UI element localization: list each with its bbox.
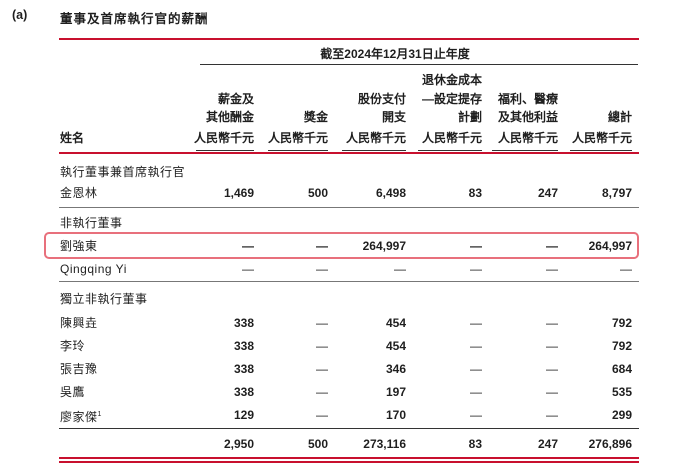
col-welfare-header-l3: 及其他利益 xyxy=(497,110,558,124)
col-salary-unit: 人民幣千元 xyxy=(193,131,254,145)
cell-bonus: — xyxy=(316,316,328,330)
cell-welfare: — xyxy=(546,262,558,276)
cell-share: 6,498 xyxy=(375,186,406,200)
table-bottom-rule-2 xyxy=(59,461,639,463)
footnote-marker: 1 xyxy=(97,411,102,418)
group-executive-label: 執行董事兼首席執行官 xyxy=(60,165,186,179)
group-independent-label: 獨立非執行董事 xyxy=(60,292,148,306)
cell-welfare: 247 xyxy=(537,186,558,200)
cell-salary: 129 xyxy=(233,408,254,422)
cell-total: 792 xyxy=(611,339,632,353)
cell-share: 454 xyxy=(385,339,406,353)
cell-welfare: — xyxy=(546,316,558,330)
cell-total: — xyxy=(620,262,632,276)
cell-pension: — xyxy=(470,362,482,376)
total-total: 276,896 xyxy=(588,437,632,451)
cell-pension: 83 xyxy=(468,186,482,200)
cell-salary: 338 xyxy=(233,339,254,353)
col-bonus-header: 獎金 xyxy=(303,110,328,124)
col-pension-unit: 人民幣千元 xyxy=(421,131,482,145)
cell-salary: — xyxy=(242,262,254,276)
cell-pension: — xyxy=(470,316,482,330)
table-bottom-rule-1 xyxy=(59,457,639,459)
highlight-box xyxy=(44,232,639,259)
unit-underline-salary xyxy=(196,150,254,151)
group-divider xyxy=(59,207,639,208)
total-share: 273,116 xyxy=(363,437,406,451)
row-name: 金恩林 xyxy=(60,186,98,200)
cell-total: 792 xyxy=(611,316,632,330)
cell-salary: 338 xyxy=(233,316,254,330)
cell-pension: — xyxy=(470,385,482,399)
row-name: 李玲 xyxy=(60,339,86,353)
cell-salary: 338 xyxy=(233,362,254,376)
col-share-unit: 人民幣千元 xyxy=(345,131,406,145)
cell-total: 8,797 xyxy=(601,186,632,200)
col-welfare-header-l2: 福利、醫療 xyxy=(497,92,558,106)
row-name: 陳興垚 xyxy=(60,316,98,330)
cell-bonus: — xyxy=(316,339,328,353)
col-total-unit: 人民幣千元 xyxy=(571,131,632,145)
cell-pension: — xyxy=(470,262,482,276)
cell-share: 454 xyxy=(385,316,406,330)
total-top-rule xyxy=(59,428,639,429)
cell-bonus: — xyxy=(316,362,328,376)
col-salary-header-l3: 其他酬金 xyxy=(205,110,254,124)
group-divider xyxy=(59,281,639,282)
cell-share: — xyxy=(394,262,406,276)
cell-salary: 1,469 xyxy=(223,186,254,200)
cell-pension: — xyxy=(470,339,482,353)
row-name: 張吉豫 xyxy=(60,362,98,376)
cell-welfare: — xyxy=(546,385,558,399)
cell-share: 197 xyxy=(385,385,406,399)
row-name-text: 廖家傑 xyxy=(60,410,98,424)
cell-bonus: — xyxy=(316,385,328,399)
cell-share: 170 xyxy=(385,408,406,422)
total-bonus: 500 xyxy=(307,437,328,451)
total-pension: 83 xyxy=(468,437,482,451)
row-name: 吳鷹 xyxy=(60,385,86,399)
col-salary-header-l2: 薪金及 xyxy=(217,92,254,106)
cell-share: 346 xyxy=(385,362,406,376)
table-top-rule xyxy=(59,38,639,40)
cell-bonus: 500 xyxy=(307,186,328,200)
group-nonexecutive-label: 非執行董事 xyxy=(60,216,123,230)
col-total-header: 總計 xyxy=(607,110,632,124)
period-header-rule xyxy=(200,64,638,65)
cell-welfare: — xyxy=(546,408,558,422)
row-name: Qingqing Yi xyxy=(60,262,127,276)
name-header: 姓名 xyxy=(60,131,85,145)
unit-underline-pension xyxy=(418,150,482,151)
col-share-header-l2: 股份支付 xyxy=(357,92,406,106)
section-label: (a) xyxy=(12,8,28,22)
cell-welfare: — xyxy=(546,339,558,353)
col-welfare-unit: 人民幣千元 xyxy=(497,131,558,145)
header-bottom-rule xyxy=(59,152,639,154)
unit-underline-bonus xyxy=(268,150,328,151)
total-salary: 2,950 xyxy=(223,437,254,451)
col-share-header-l3: 開支 xyxy=(381,110,406,124)
unit-underline-total xyxy=(570,150,632,151)
cell-salary: 338 xyxy=(233,385,254,399)
cell-bonus: — xyxy=(316,262,328,276)
col-bonus-unit: 人民幣千元 xyxy=(267,131,328,145)
cell-total: 535 xyxy=(611,385,632,399)
unit-underline-share xyxy=(342,150,406,151)
unit-underline-welfare xyxy=(492,150,558,151)
section-title: 董事及首席執行官的薪酬 xyxy=(60,12,209,26)
row-name: 廖家傑1 xyxy=(60,408,102,424)
col-pension-header-l3: 計劃 xyxy=(457,110,482,124)
total-welfare: 247 xyxy=(537,437,558,451)
cell-welfare: — xyxy=(546,362,558,376)
cell-bonus: — xyxy=(316,408,328,422)
period-header: 截至2024年12月31日止年度 xyxy=(320,47,470,61)
cell-total: 299 xyxy=(611,408,632,422)
cell-total: 684 xyxy=(611,362,632,376)
col-pension-header-l2: —設定提存 xyxy=(421,92,482,106)
col-pension-header-l1: 退休金成本 xyxy=(421,73,482,87)
cell-pension: — xyxy=(470,408,482,422)
